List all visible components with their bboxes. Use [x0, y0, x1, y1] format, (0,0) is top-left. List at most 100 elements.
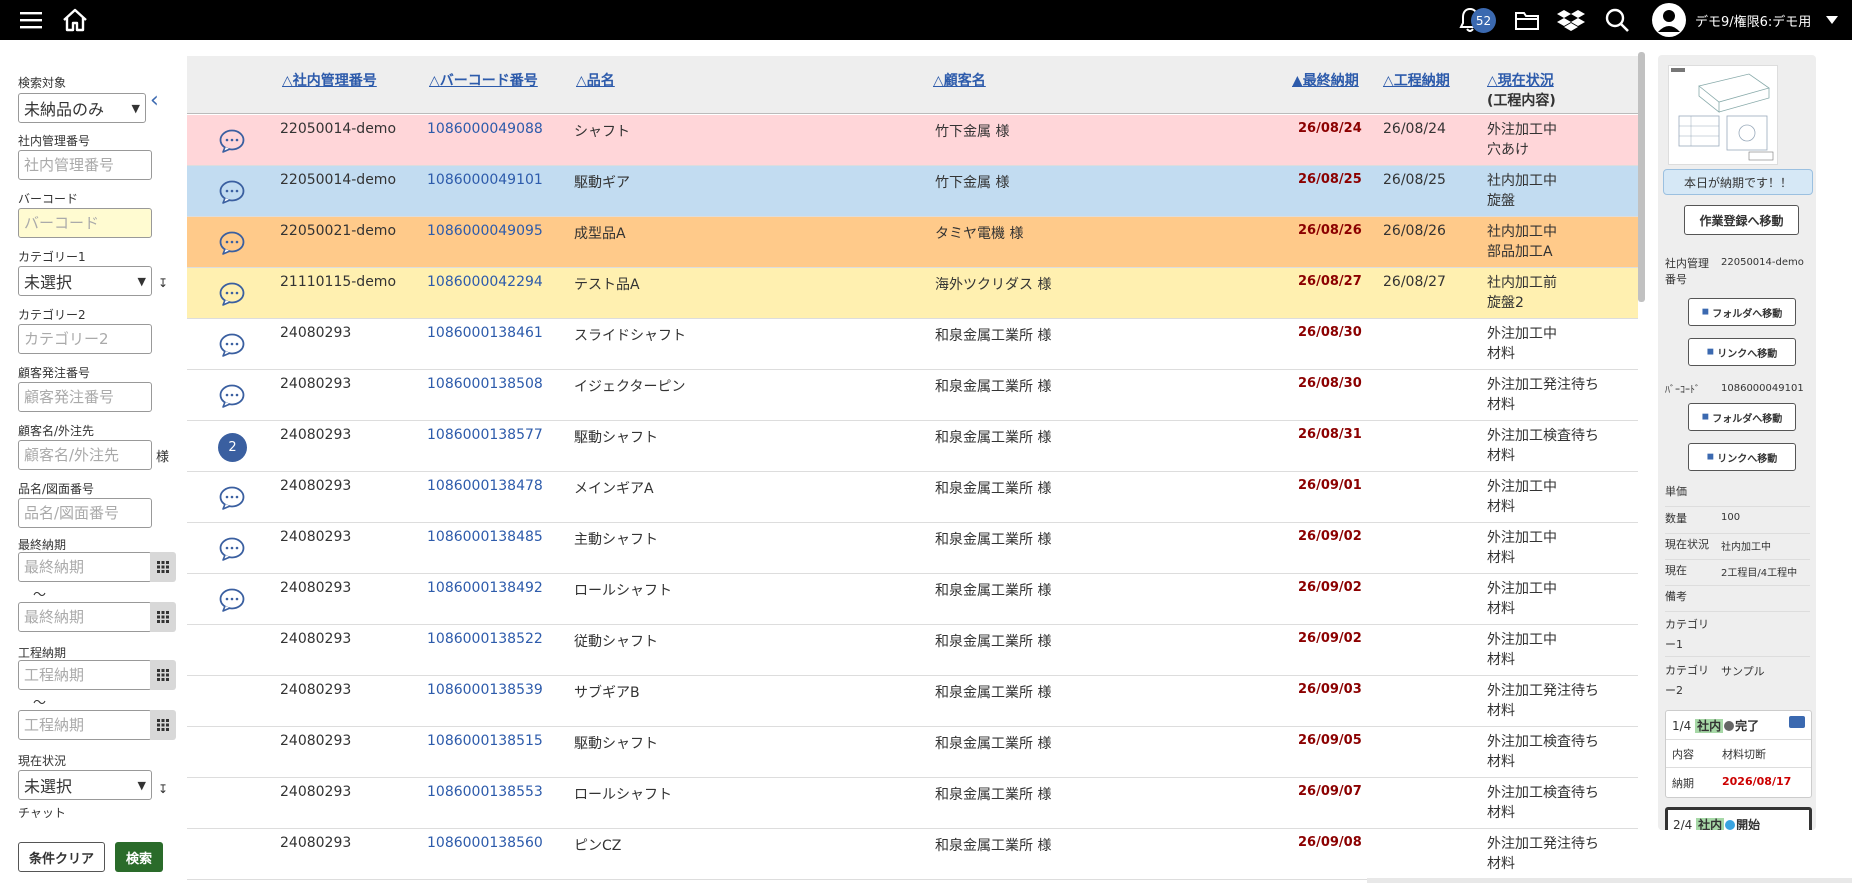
table-row[interactable]: 24080293 1086000138492 ロールシャフト 和泉金属工業所 様 26/…	[187, 574, 1638, 625]
final-due-to-input[interactable]	[18, 602, 152, 632]
chat-bubble-icon[interactable]	[219, 333, 245, 357]
work-register-button[interactable]: 作業登録へ移動	[1684, 205, 1799, 235]
link-button[interactable]: ◼ リンクへ移動	[1688, 443, 1796, 471]
cell-barcode-link[interactable]: 1086000138515	[427, 733, 543, 749]
link-button[interactable]: ◼ リンクへ移動	[1688, 338, 1796, 366]
table-row[interactable]: 24080293 1086000138515 駆動シャフト 和泉金属工業所 様 26/0…	[187, 727, 1638, 778]
process-step-card-active[interactable]: 2/4 社内 開始	[1665, 807, 1812, 830]
notification-badge[interactable]: 52	[1471, 8, 1496, 33]
cell-barcode-link[interactable]: 1086000138522	[427, 631, 543, 647]
cell-barcode-link[interactable]: 1086000049101	[427, 172, 543, 188]
chat-count-badge[interactable]: 2	[218, 433, 247, 462]
calendar-icon[interactable]	[150, 602, 176, 632]
user-name[interactable]: デモ9/権限6:デモ用	[1695, 11, 1811, 30]
cell-final-due: 26/08/25	[1298, 172, 1362, 187]
table-row[interactable]: 22050021-demo 1086000049095 成型品A タミヤ電機 様 26/…	[187, 217, 1638, 268]
avatar-icon[interactable]	[1650, 3, 1688, 37]
home-icon[interactable]	[60, 6, 90, 34]
table-row[interactable]: 2 24080293 1086000138577 駆動シャフト 和泉金属工業所 様 26/…	[187, 421, 1638, 472]
chat-bubble-icon[interactable]	[219, 282, 245, 306]
table-row[interactable]: 24080293 1086000138508 イジェクターピン 和泉金属工業所 様 26…	[187, 370, 1638, 421]
calendar-icon[interactable]	[150, 660, 176, 690]
cell-barcode-link[interactable]: 1086000138492	[427, 580, 543, 596]
cell-barcode-link[interactable]: 1086000049088	[427, 121, 543, 137]
search-icon[interactable]	[1602, 6, 1632, 34]
sort-mgmt-header[interactable]: △社内管理番号	[282, 70, 377, 90]
caret-down-icon[interactable]	[1824, 6, 1840, 34]
status-select[interactable]: 未選択 ▼	[18, 770, 152, 800]
cell-mgmt-number: 24080293	[280, 631, 352, 647]
cell-mgmt-number: 24080293	[280, 325, 352, 341]
table-row[interactable]: 24080293 1086000138461 スライドシャフト 和泉金属工業所 様 26…	[187, 319, 1638, 370]
vertical-scrollbar[interactable]	[1638, 52, 1645, 302]
chat-bubble-icon[interactable]	[219, 231, 245, 255]
sort-customer-header[interactable]: △顧客名	[933, 70, 986, 90]
category2-input[interactable]	[18, 324, 152, 354]
cell-barcode-link[interactable]: 1086000138461	[427, 325, 543, 341]
cell-barcode-link[interactable]: 1086000138485	[427, 529, 543, 545]
cell-barcode-link[interactable]: 1086000138508	[427, 376, 543, 392]
cell-customer: 和泉金属工業所 様	[935, 532, 1052, 548]
clear-button[interactable]: 条件クリア	[18, 842, 105, 872]
cell-barcode-link[interactable]: 1086000042294	[427, 274, 543, 290]
proc-due-from-input[interactable]	[18, 660, 152, 690]
customer-input[interactable]	[18, 440, 152, 470]
chat-bubble-icon[interactable]	[219, 486, 245, 510]
mgmt-input[interactable]	[18, 150, 152, 180]
folder-button[interactable]: ◼ フォルダへ移動	[1688, 298, 1796, 326]
table-row[interactable]: 24080293 1086000138539 サブギアB 和泉金属工業所 様 26/09…	[187, 676, 1638, 727]
sort-name-header[interactable]: △品名	[576, 70, 615, 90]
sort-icon[interactable]: ↧	[158, 276, 168, 290]
cell-status: 外注加工中 材料	[1487, 630, 1557, 670]
table-row[interactable]: 24080293 1086000138485 主動シャフト 和泉金属工業所 様 26/0…	[187, 523, 1638, 574]
order-input[interactable]	[18, 382, 152, 412]
table-row[interactable]: 24080293 1086000138560 ピンCZ 和泉金属工業所 様 26/09/…	[187, 829, 1638, 880]
sort-icon[interactable]: ↧	[158, 782, 168, 796]
process-step-card[interactable]: 1/4 社内 完了 内容 材料切断 納期 2026/08/17	[1665, 710, 1812, 798]
chat-bubble-icon[interactable]	[219, 537, 245, 561]
table-row[interactable]: 22050014-demo 1086000049088 シャフト 竹下金属 様 26/0…	[187, 115, 1638, 166]
dropbox-icon[interactable]	[1556, 6, 1586, 34]
status-text: 社内加工中	[1487, 173, 1557, 189]
chat-bubble-icon[interactable]	[219, 588, 245, 612]
calendar-icon[interactable]	[150, 710, 176, 740]
target-select[interactable]: 未納品のみ ▼	[18, 93, 146, 123]
cell-barcode-link[interactable]: 1086000138577	[427, 427, 543, 443]
chat-bubble-icon[interactable]	[219, 384, 245, 408]
cell-mgmt-number: 24080293	[280, 529, 352, 545]
cell-barcode-link[interactable]: 1086000138560	[427, 835, 543, 851]
cell-barcode-link[interactable]: 1086000138539	[427, 682, 543, 698]
category1-select[interactable]: 未選択 ▼	[18, 266, 152, 296]
barcode-input[interactable]	[18, 208, 152, 238]
final-due-from-input[interactable]	[18, 552, 152, 582]
horizontal-scrollbar[interactable]	[1367, 878, 1852, 883]
chat-bubble-icon[interactable]	[219, 180, 245, 204]
search-button[interactable]: 検索	[115, 842, 163, 872]
sort-final-due-header[interactable]: ▲最終納期	[1292, 70, 1359, 90]
chat-bubble-icon[interactable]	[219, 129, 245, 153]
folder-button[interactable]: ◼ フォルダへ移動	[1688, 403, 1796, 431]
table-row[interactable]: 24080293 1086000138478 メインギアA 和泉金属工業所 様 26/0…	[187, 472, 1638, 523]
table-row[interactable]: 24080293 1086000138522 従動シャフト 和泉金属工業所 様 26/0…	[187, 625, 1638, 676]
table-row[interactable]: 24080293 1086000138553 ロールシャフト 和泉金属工業所 様 26/…	[187, 778, 1638, 829]
folder-icon[interactable]	[1512, 6, 1542, 34]
cell-barcode-link[interactable]: 1086000049095	[427, 223, 543, 239]
calendar-icon[interactable]	[150, 552, 176, 582]
step-state: 完了	[1735, 719, 1760, 733]
sort-proc-due-header[interactable]: △工程納期	[1383, 70, 1450, 90]
table-row[interactable]: 21110115-demo 1086000042294 テスト品A 海外ツクリダス 様…	[187, 268, 1638, 319]
collapse-sidebar-icon[interactable]: ‹	[150, 88, 159, 113]
cell-barcode-link[interactable]: 1086000138478	[427, 478, 543, 494]
folder-open-icon[interactable]	[1789, 716, 1805, 728]
menu-icon[interactable]	[18, 6, 44, 34]
drawing-thumbnail[interactable]	[1668, 65, 1778, 165]
sort-status-header[interactable]: △現在状況	[1487, 70, 1554, 90]
proc-due-to-input[interactable]	[18, 710, 152, 740]
table-row[interactable]: 22050014-demo 1086000049101 駆動ギア 竹下金属 様 26/0…	[187, 166, 1638, 217]
sort-barcode-header[interactable]: △バーコード番号	[429, 70, 538, 90]
range-tilde: ～	[33, 588, 47, 603]
range-tilde: ～	[33, 696, 47, 711]
category1-label: カテゴリー1	[18, 250, 86, 264]
cell-barcode-link[interactable]: 1086000138553	[427, 784, 543, 800]
item-input[interactable]	[18, 498, 152, 528]
